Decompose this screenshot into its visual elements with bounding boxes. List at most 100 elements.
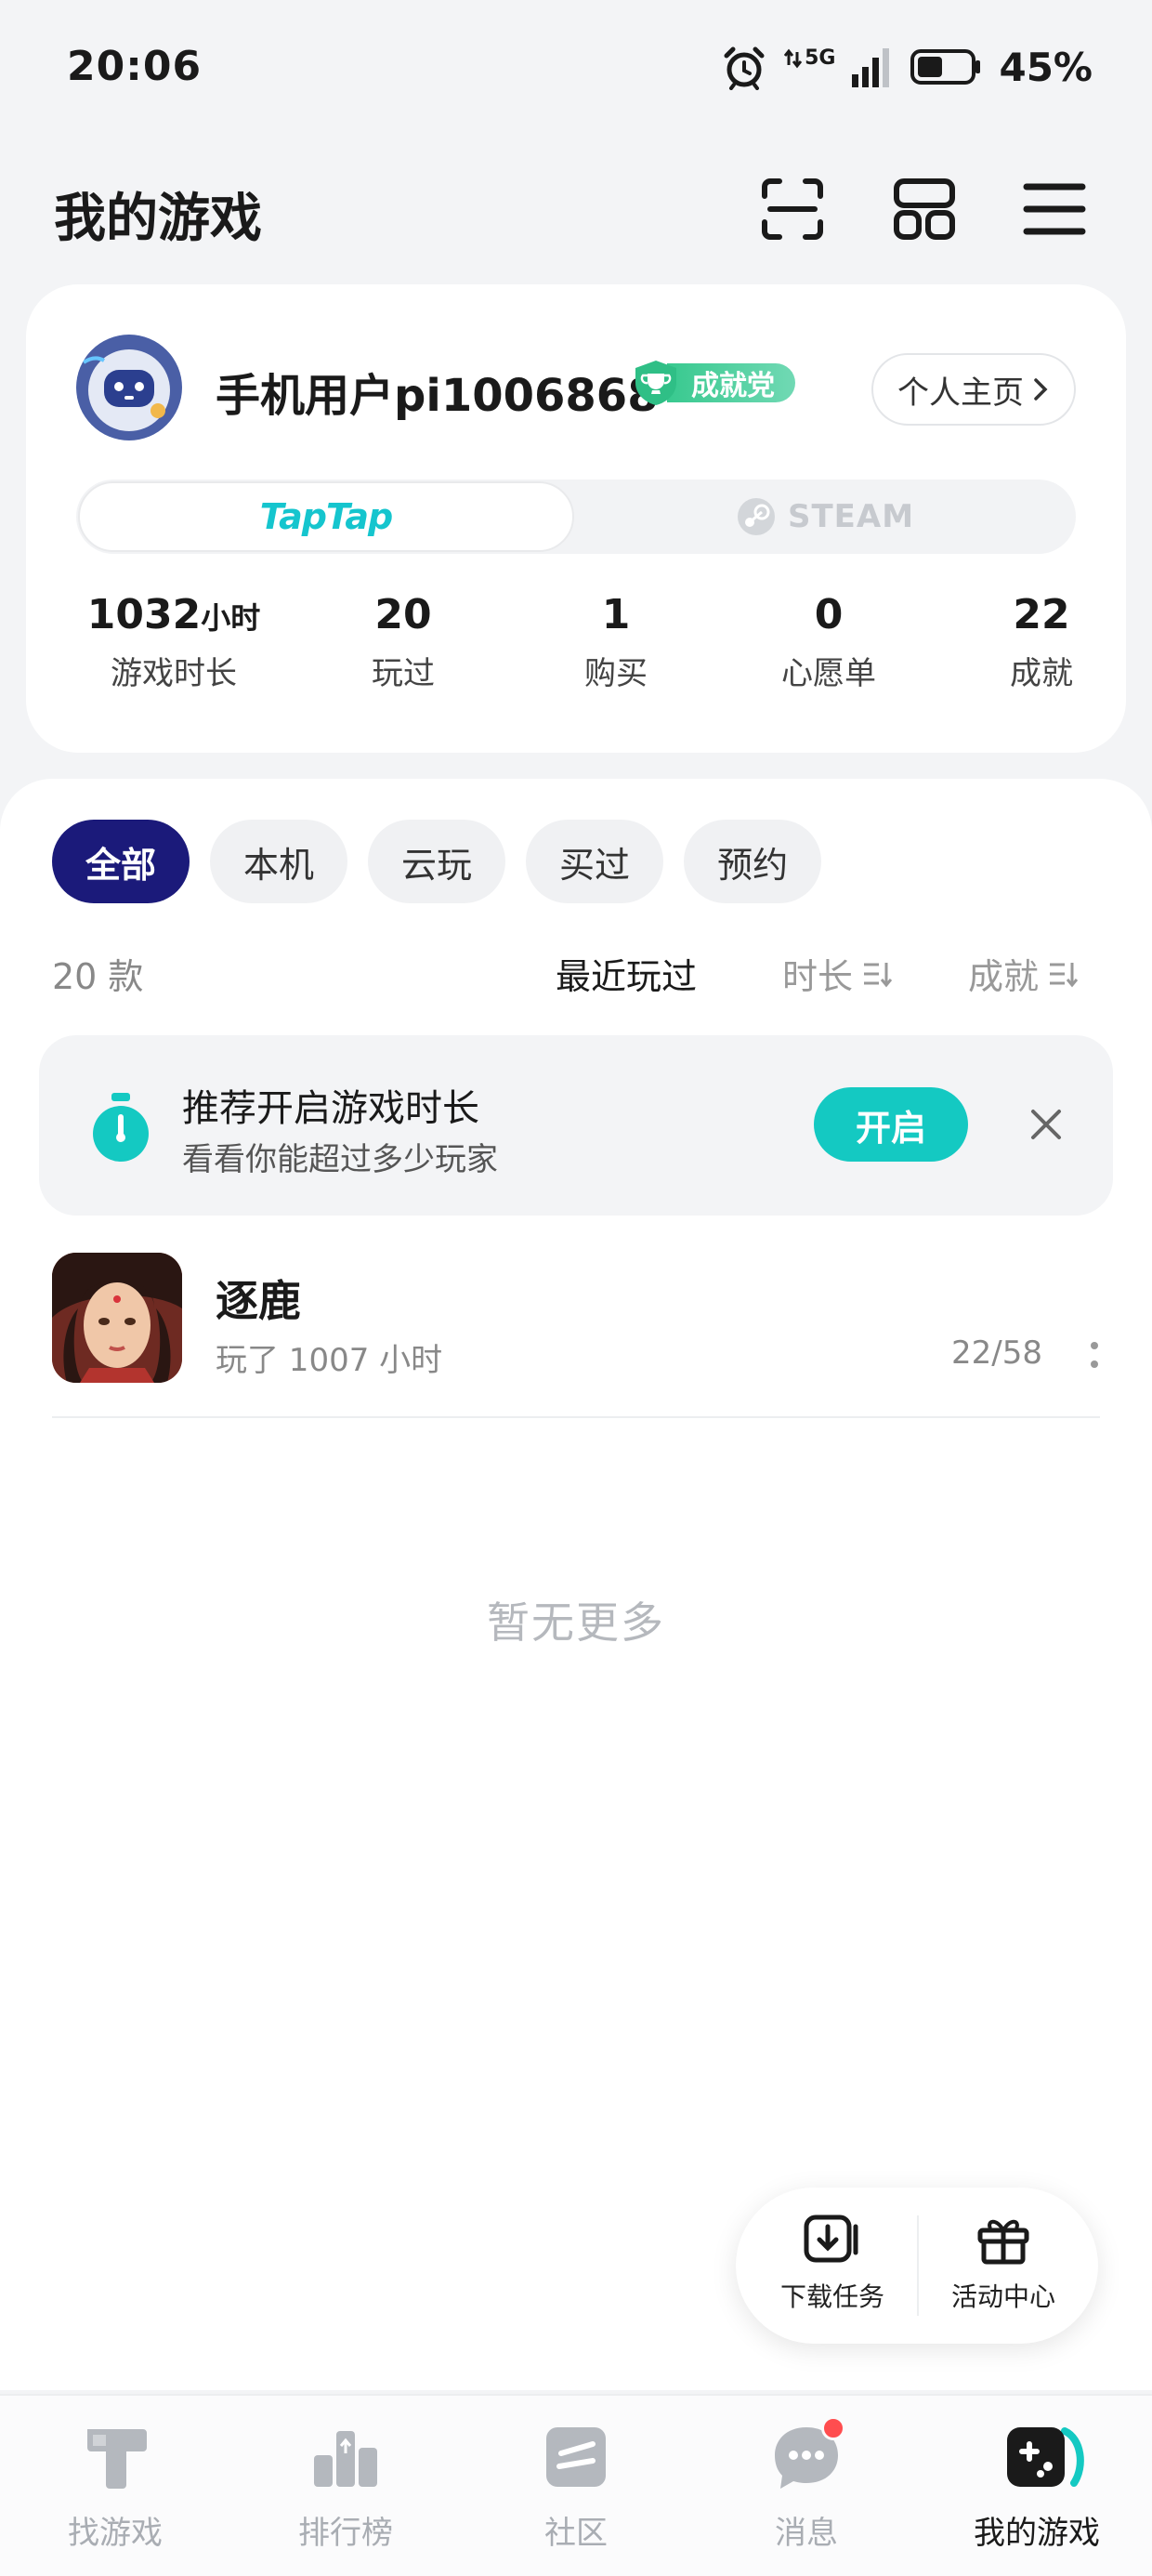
- stat-label: 游戏时长: [111, 655, 237, 692]
- banner-subtitle: 看看你能超过多少玩家: [182, 1141, 498, 1178]
- nav-label: 排行榜: [298, 2515, 393, 2552]
- stat-playtime[interactable]: 1032小时 游戏时长: [67, 591, 281, 693]
- game-playtime: 玩了 1007 小时: [216, 1342, 443, 1379]
- taptap-nav-icon: [78, 2420, 152, 2494]
- gift-icon: [977, 2219, 1029, 2265]
- game-count: 20 款: [52, 956, 144, 997]
- platform-tab-taptap[interactable]: TapTap: [78, 481, 574, 552]
- status-icons: 5G 45%: [721, 39, 1093, 95]
- stat-wishlist[interactable]: 0 心愿单: [722, 591, 936, 693]
- status-time: 20:06: [67, 43, 203, 90]
- chevron-right-icon: [1034, 378, 1048, 401]
- filter-chip-bought[interactable]: 买过: [526, 820, 664, 903]
- bottom-nav: 找游戏 排行榜 社区 消息 我的游戏: [0, 2394, 1152, 2576]
- download-tasks-button[interactable]: 下载任务: [758, 2214, 907, 2314]
- divider: [52, 1416, 1100, 1418]
- game-cover: [52, 1253, 182, 1383]
- stat-played[interactable]: 20 玩过: [296, 591, 510, 693]
- sort-achievements-label: 成就: [968, 956, 1040, 997]
- sort-recent[interactable]: 最近玩过: [556, 948, 697, 999]
- page-header: 我的游戏: [0, 158, 1152, 260]
- network-5g-icon: 5G: [784, 48, 835, 85]
- filter-chip-all[interactable]: 全部: [52, 820, 190, 903]
- filter-chip-reserved[interactable]: 预约: [684, 820, 822, 903]
- avatar[interactable]: [76, 335, 182, 440]
- activity-center-button[interactable]: 活动中心: [929, 2214, 1078, 2314]
- banner-close-button[interactable]: [1018, 1097, 1074, 1152]
- activity-center-label: 活动中心: [950, 2281, 1055, 2312]
- notification-dot: [821, 2416, 845, 2440]
- stopwatch-icon: [93, 1093, 149, 1162]
- more-dot: [1091, 1342, 1098, 1349]
- filter-chips: 全部 本机 云玩 买过 预约: [52, 820, 822, 903]
- profile-page-button[interactable]: 个人主页: [871, 353, 1076, 426]
- nav-label: 消息: [775, 2515, 838, 2552]
- sort-duration[interactable]: 时长: [782, 948, 893, 999]
- banner-title: 推荐开启游戏时长: [182, 1087, 479, 1130]
- stat-label: 心愿单: [781, 655, 876, 692]
- stat-label: 成就: [1010, 655, 1073, 692]
- scan-icon: [762, 178, 823, 240]
- filter-chip-cloud[interactable]: 云玩: [368, 820, 506, 903]
- gamepad-icon: [1000, 2420, 1084, 2494]
- download-icon: [804, 2215, 858, 2263]
- nav-item-community[interactable]: 社区: [461, 2420, 691, 2553]
- nav-label: 找游戏: [68, 2515, 163, 2552]
- game-name: 逐鹿: [216, 1276, 301, 1326]
- stat-value: 20: [374, 591, 432, 638]
- filter-chip-local[interactable]: 本机: [210, 820, 348, 903]
- scan-button[interactable]: [751, 167, 834, 251]
- page-title: 我的游戏: [54, 189, 262, 249]
- game-list-item[interactable]: 逐鹿 玩了 1007 小时 22/58: [52, 1253, 1100, 1416]
- nav-item-my-games[interactable]: 我的游戏: [922, 2420, 1152, 2553]
- stat-label: 玩过: [372, 655, 435, 692]
- username: 手机用户pi1006868: [216, 370, 659, 422]
- more-dot: [1091, 1360, 1098, 1368]
- status-bar: 20:06 5G 45%: [0, 0, 1152, 139]
- sort-icon: [1050, 962, 1079, 987]
- achievement-badge[interactable]: 成就党: [632, 361, 795, 405]
- community-icon: [539, 2420, 613, 2494]
- sort-achievements[interactable]: 成就: [968, 948, 1079, 999]
- stat-label: 购买: [584, 655, 648, 692]
- message-icon: [769, 2416, 845, 2494]
- close-icon: [1031, 1110, 1061, 1139]
- battery-icon: [910, 46, 982, 87]
- steam-icon: [737, 498, 775, 535]
- more-options-button[interactable]: [1083, 1327, 1106, 1383]
- stat-purchased[interactable]: 1 购买: [509, 591, 723, 693]
- nav-label: 社区: [544, 2515, 608, 2552]
- ranking-icon: [308, 2420, 383, 2494]
- menu-button[interactable]: [1013, 167, 1096, 251]
- nav-item-messages[interactable]: 消息: [691, 2416, 922, 2553]
- sort-icon: [864, 962, 893, 987]
- profile-stats: 1032小时 游戏时长 20 玩过 1 购买 0 心愿单 22 成就: [26, 591, 1126, 712]
- stat-value: 22: [1013, 591, 1070, 638]
- game-achievements: 22/58: [951, 1334, 1042, 1372]
- empty-list-text: 暂无更多: [487, 1597, 665, 1648]
- floating-actions: 下载任务 活动中心: [736, 2188, 1098, 2344]
- enable-playtime-button[interactable]: 开启: [814, 1087, 968, 1162]
- nav-item-rankings[interactable]: 排行榜: [230, 2420, 461, 2553]
- sort-duration-label: 时长: [782, 956, 854, 997]
- stat-achievements[interactable]: 22 成就: [935, 591, 1148, 693]
- layout-button[interactable]: [883, 167, 966, 251]
- stat-value: 1032: [86, 591, 202, 638]
- battery-percent: 45%: [999, 44, 1093, 90]
- badge-label: 成就党: [667, 363, 795, 402]
- stat-unit: 小时: [201, 600, 261, 636]
- menu-icon: [1023, 183, 1086, 235]
- profile-card: 手机用户pi1006868 成就党 个人主页 TapTap STEAM 1032…: [26, 284, 1126, 753]
- signal-icon: [852, 45, 893, 89]
- nav-label: 我的游戏: [974, 2515, 1100, 2552]
- nav-item-find-games[interactable]: 找游戏: [0, 2420, 230, 2553]
- platform-switch: TapTap STEAM: [76, 480, 1076, 554]
- stat-value: 0: [814, 591, 844, 638]
- stat-value: 1: [601, 591, 631, 638]
- platform-tab-steam[interactable]: STEAM: [576, 481, 1074, 552]
- playtime-banner: 推荐开启游戏时长 看看你能超过多少玩家 开启: [39, 1035, 1113, 1216]
- download-tasks-label: 下载任务: [779, 2281, 884, 2312]
- grid-icon: [894, 178, 955, 240]
- profile-link-label: 个人主页: [897, 374, 1024, 412]
- float-divider: [917, 2215, 919, 2316]
